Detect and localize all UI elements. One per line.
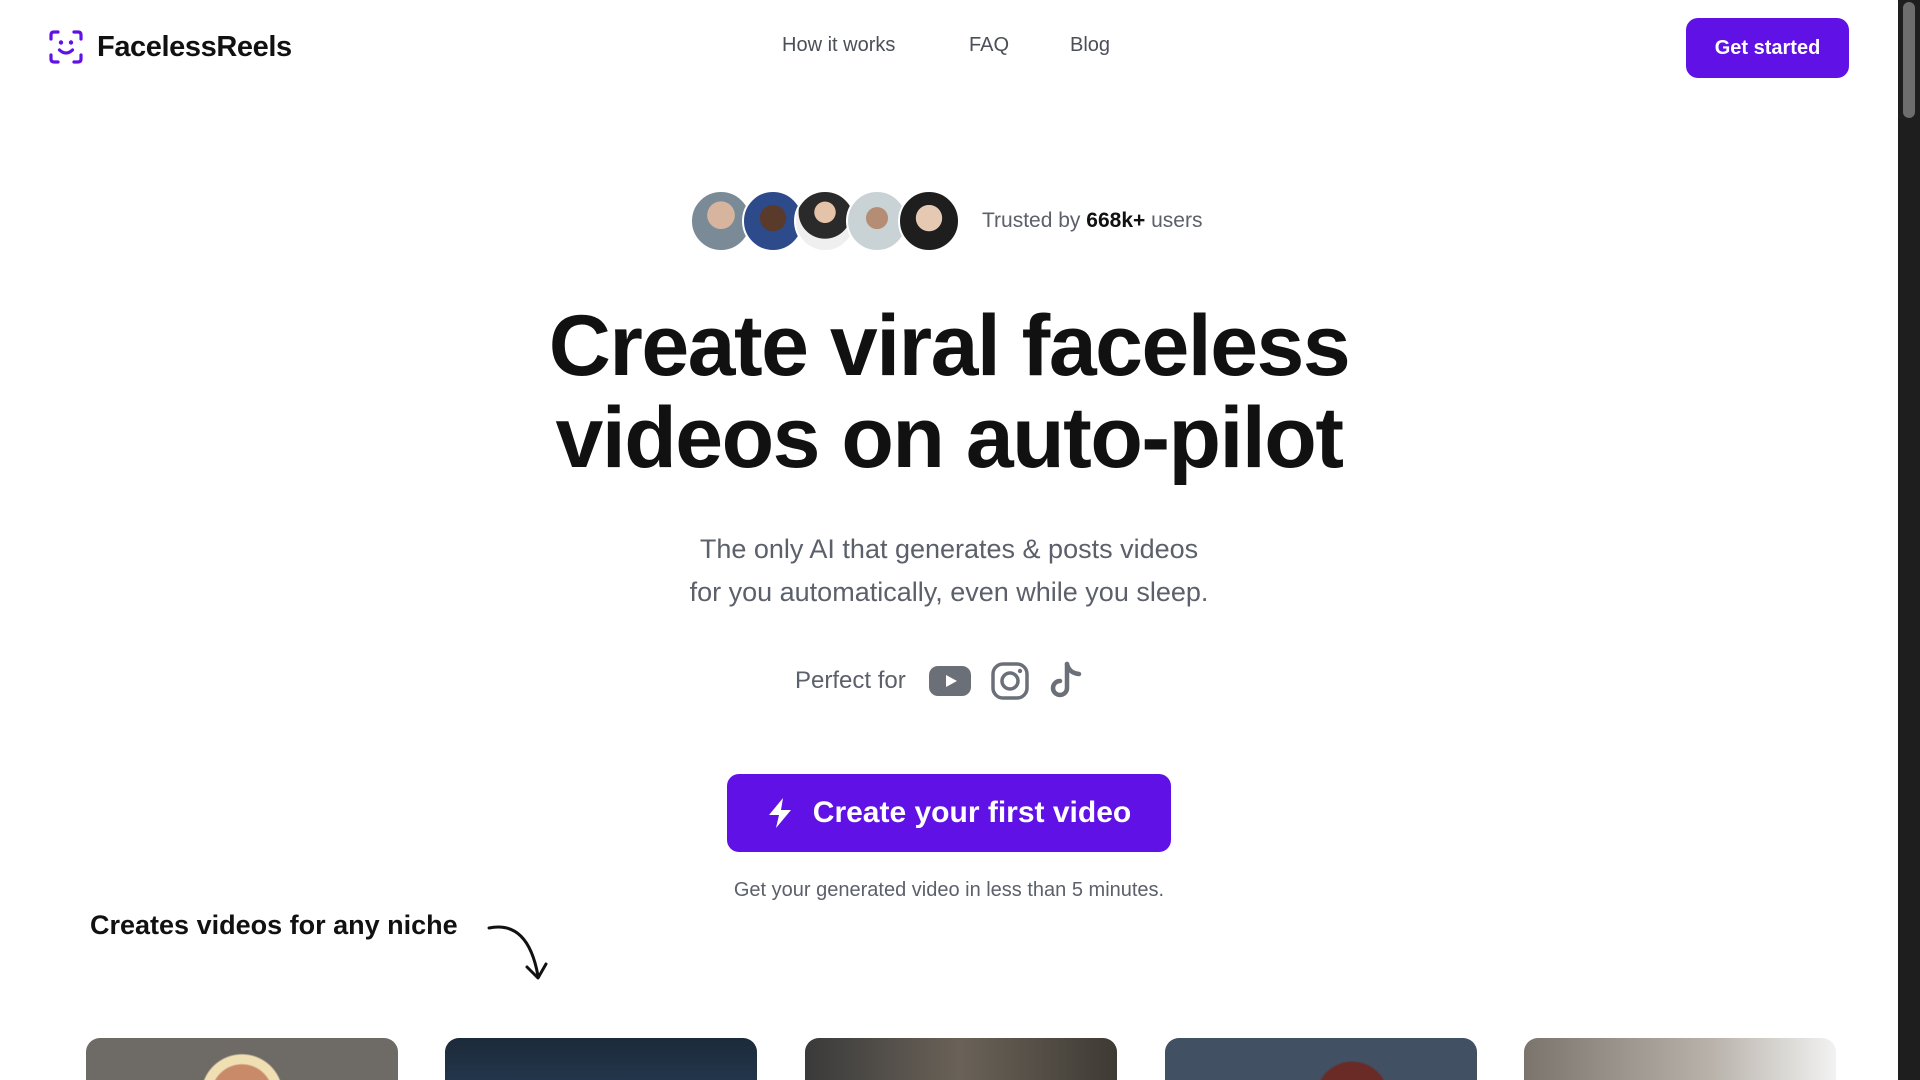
trust-suffix: users bbox=[1151, 209, 1203, 232]
avatar bbox=[898, 190, 960, 252]
nav-link-faq[interactable]: FAQ bbox=[969, 34, 1009, 57]
youtube-icon bbox=[928, 665, 972, 697]
lightning-icon bbox=[768, 798, 791, 828]
top-nav: How it works FAQ Blog bbox=[0, 34, 1898, 64]
video-thumbnail[interactable] bbox=[1524, 1038, 1836, 1080]
video-thumbnail[interactable] bbox=[445, 1038, 757, 1080]
headline-line-2: videos on auto-pilot bbox=[555, 390, 1344, 486]
create-first-video-button[interactable]: Create your first video bbox=[727, 774, 1171, 852]
subtitle-line-2: for you automatically, even while you sl… bbox=[689, 577, 1209, 607]
instagram-icon bbox=[990, 661, 1030, 701]
nav-link-how-it-works[interactable]: How it works bbox=[782, 34, 895, 57]
video-thumbnail[interactable] bbox=[805, 1038, 1117, 1080]
headline-line-1: Create viral faceless bbox=[548, 298, 1351, 394]
trust-row: Trusted by 668k+ users bbox=[690, 190, 1202, 252]
trust-text: Trusted by 668k+ users bbox=[982, 209, 1202, 233]
niche-label: Creates videos for any niche bbox=[90, 910, 458, 940]
subtitle-line-1: The only AI that generates & posts video… bbox=[699, 534, 1199, 564]
cta-note: Get your generated video in less than 5 … bbox=[733, 879, 1165, 901]
page: FacelessReels How it works FAQ Blog Get … bbox=[0, 0, 1898, 1080]
trust-count: 668k+ bbox=[1086, 209, 1146, 232]
hero-headline: Create viral faceless videos on auto-pil… bbox=[0, 300, 1898, 484]
tiktok-icon bbox=[1048, 661, 1084, 701]
video-thumbnail[interactable] bbox=[86, 1038, 398, 1080]
scrollbar[interactable] bbox=[1898, 0, 1920, 1080]
avatar-stack bbox=[690, 190, 960, 252]
video-thumbnail[interactable] bbox=[1165, 1038, 1477, 1080]
get-started-button[interactable]: Get started bbox=[1686, 18, 1849, 78]
platforms-row: Perfect for bbox=[795, 660, 1102, 702]
curved-arrow-icon bbox=[487, 925, 548, 980]
scrollbar-thumb[interactable] bbox=[1903, 2, 1915, 118]
cta-label: Create your first video bbox=[812, 796, 1132, 829]
trust-prefix: Trusted by bbox=[982, 209, 1081, 232]
perfect-for-label: Perfect for bbox=[795, 667, 906, 694]
hero-subtitle: The only AI that generates & posts video… bbox=[0, 528, 1898, 614]
nav-link-blog[interactable]: Blog bbox=[1070, 34, 1110, 57]
